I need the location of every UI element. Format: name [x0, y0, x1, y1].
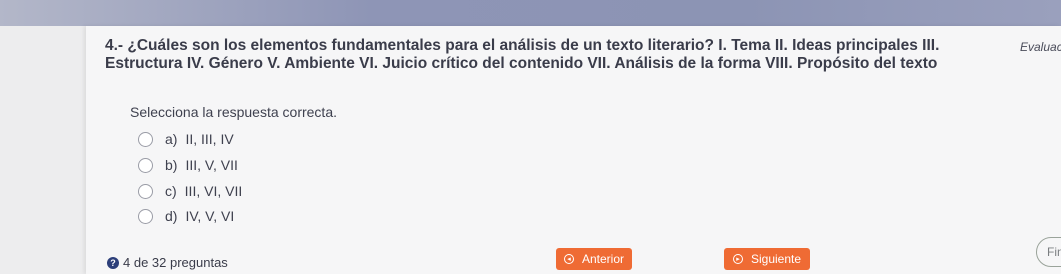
- next-button[interactable]: ▸ Siguiente: [724, 248, 810, 270]
- question-circle-icon[interactable]: ?: [107, 256, 119, 269]
- arrow-right-circle-icon: ▸: [732, 254, 743, 264]
- previous-button[interactable]: ◂ Anterior: [556, 248, 632, 270]
- option-b[interactable]: b) III, V, VII: [138, 155, 238, 175]
- option-label: III, V, VII: [185, 157, 238, 173]
- question-count-text: 4 de 32 preguntas: [123, 255, 228, 270]
- question-counter: ? 4 de 32 preguntas: [107, 255, 228, 270]
- finish-button[interactable]: Fina: [1036, 237, 1061, 267]
- option-c[interactable]: c) III, VI, VII: [138, 181, 242, 201]
- question-text: 4.- ¿Cuáles son los elementos fundamenta…: [105, 37, 940, 72]
- option-label: III, VI, VII: [184, 183, 243, 199]
- option-label: II, III, IV: [185, 131, 234, 147]
- option-a[interactable]: a) II, III, IV: [138, 129, 234, 149]
- option-d[interactable]: d) IV, V, VI: [138, 206, 234, 226]
- finish-button-label: Fina: [1047, 245, 1061, 259]
- previous-button-label: Anterior: [581, 252, 625, 266]
- next-button-label: Siguiente: [750, 252, 802, 266]
- option-label: IV, V, VI: [185, 208, 235, 224]
- top-bar: [0, 0, 1061, 26]
- radio-button[interactable]: [138, 157, 153, 173]
- instruction-text: Selecciona la respuesta correcta.: [130, 104, 337, 120]
- radio-button[interactable]: [138, 131, 153, 147]
- radio-button[interactable]: [138, 208, 153, 224]
- option-letter: d): [165, 208, 178, 224]
- evaluation-label: Evaluac: [1020, 40, 1061, 54]
- option-letter: b): [165, 157, 178, 173]
- arrow-left-circle-icon: ◂: [563, 254, 574, 264]
- option-letter: a): [165, 131, 178, 147]
- option-letter: c): [165, 183, 177, 199]
- radio-button[interactable]: [138, 183, 153, 199]
